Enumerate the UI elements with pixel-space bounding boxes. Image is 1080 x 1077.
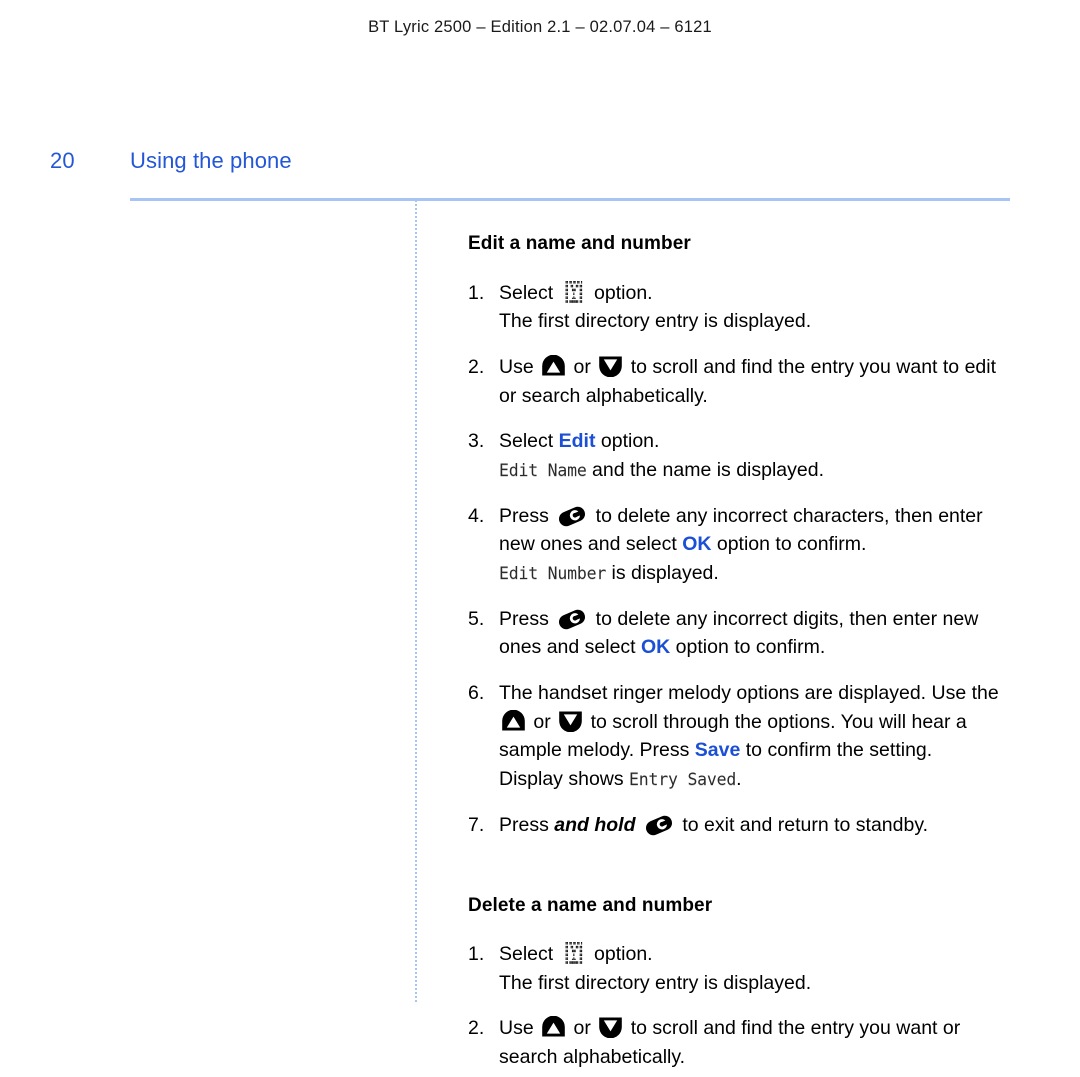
highlighted-term: Edit [558,430,596,453]
step-text: option to confirm. [670,636,826,659]
end-call-key-icon [557,609,587,630]
step-text: Use [499,356,540,379]
scroll-down-button-icon [598,355,623,378]
step-text: or [568,1017,597,1040]
highlighted-term: Save [694,739,741,762]
step-text: The first directory entry is displayed. [499,310,812,333]
step-text: Press [499,813,555,836]
step-text: to exit and return to standby. [676,813,929,836]
step-text: Select [499,943,559,965]
lcd-display-text: Entry Saved [629,769,737,789]
step-list: 1. Select option. The first directory entr… [468,940,1016,1072]
step-text: is displayed. [606,562,719,584]
step-text: or [568,356,597,379]
step-item: 1. Select option. The first directory entr… [468,279,1016,336]
step-item: 2. Use or to scroll and find the entry yo… [468,1014,1016,1071]
step-text: Press [499,504,555,527]
page-title-row: 20 Using the phone [0,148,1080,182]
section-heading: Edit a name and number [468,233,691,254]
step-text: Use [499,1017,540,1040]
scroll-up-button-icon [541,355,566,377]
scroll-up-button-icon [541,1016,566,1038]
step-list: 1. Select option. The first directory entr… [468,279,1016,840]
end-call-key-icon [557,506,587,527]
step-text [636,814,641,836]
step-number: 1. [468,943,485,965]
step-text: Display shows [499,767,630,790]
highlighted-term: OK [682,533,712,556]
scroll-down-button-icon [558,710,583,732]
lcd-display-text: Edit Name [499,461,587,481]
step-text: . [736,767,742,790]
step-text: Select [499,281,559,304]
step-item: 5. Press to delete any incorrect digits, … [468,605,1016,662]
running-header: BT Lyric 2500 – Edition 2.1 – 02.07.04 –… [368,18,712,36]
step-text: to confirm the setting. [740,739,933,762]
step-text: option. [595,430,660,453]
step-item: 6. The handset ringer melody options are … [468,679,1016,794]
vertical-dotted-divider [415,200,417,1002]
highlighted-term: OK [641,636,671,659]
step-number: 7. [468,813,485,836]
step-number: 1. [468,281,485,304]
phonebook-lcd-icon [562,280,586,303]
step-text: Press [499,607,555,630]
step-number: 5. [468,607,485,630]
step-text: option to confirm. [711,533,867,556]
page-title: Using the phone [130,148,292,173]
step-text: The first directory entry is displayed. [499,971,812,994]
step-item: 3. Select Edit option. Edit Name and the n… [468,427,1016,484]
page-number: 20 [50,148,75,173]
step-text: or [528,710,557,733]
step-item: 7. Press and hold to exit and return to s… [468,811,1016,840]
step-number: 6. [468,681,485,704]
step-text: and the name is displayed. [586,459,825,482]
step-number: 4. [468,504,485,527]
phonebook-lcd-icon [562,942,586,964]
step-text: option. [588,943,653,965]
scroll-up-button-icon [501,709,526,732]
body-content: Edit a name and number 1. Select option. Th… [468,232,1016,1072]
step-item: 4. Press to delete any incorrect characte… [468,502,1016,588]
emphasis-text: and hold [554,813,636,836]
step-item: 1. Select option. The first directory entr… [468,940,1016,997]
step-number: 2. [468,356,485,379]
section-heading: Delete a name and number [468,895,713,917]
step-text: Select [499,430,559,453]
step-text: The handset ringer melody options are di… [499,681,999,704]
step-number: 2. [468,1017,485,1040]
lcd-display-text: Edit Number [499,564,607,583]
horizontal-rule [130,198,1010,201]
step-number: 3. [468,430,485,453]
step-item: 2. Use or to scroll and find the entry yo… [468,353,1016,410]
end-call-key-icon [644,815,674,836]
scroll-down-button-icon [598,1016,623,1039]
step-text: option. [588,281,653,304]
